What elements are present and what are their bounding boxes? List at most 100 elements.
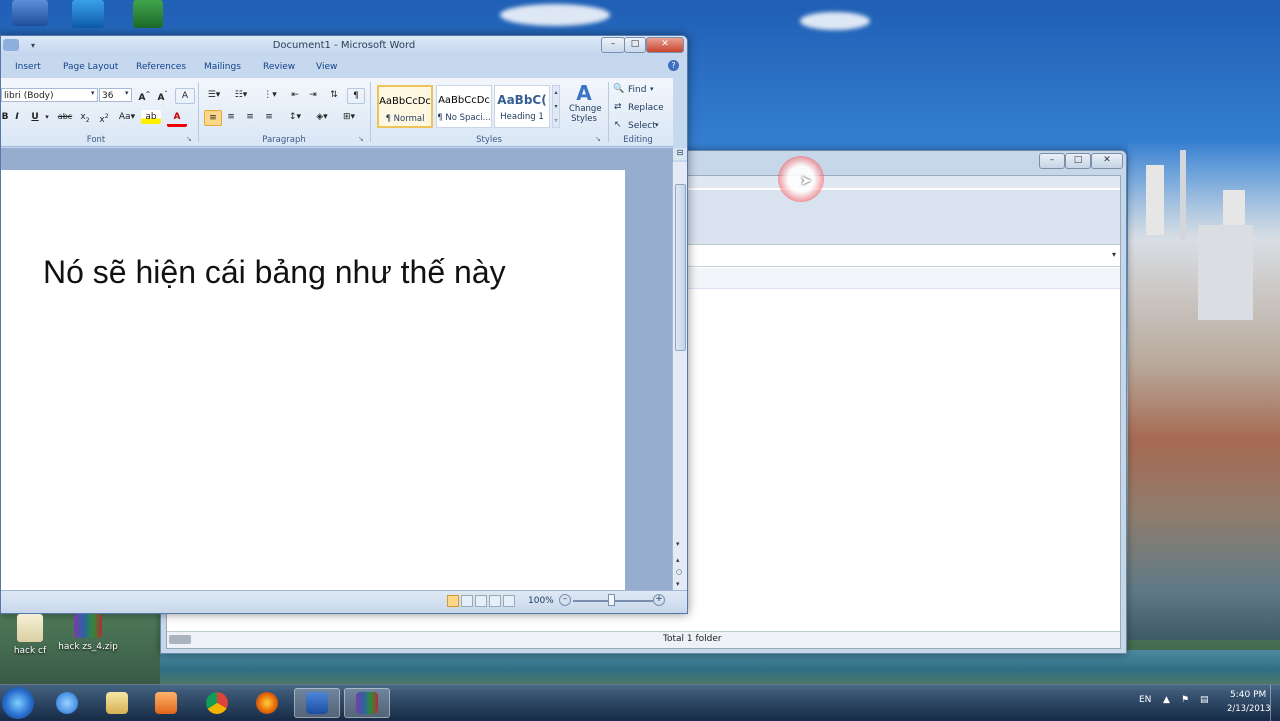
taskbar: EN ▲ ⚑ ▤ 5:40 PM 2/13/2013 — [0, 684, 1280, 721]
tab-review[interactable]: Review — [263, 62, 295, 72]
zoom-level[interactable]: 100% — [528, 596, 554, 606]
style-normal[interactable]: AaBbCcDc ¶ Normal — [377, 85, 433, 128]
taskbar-file-explorer[interactable] — [94, 688, 140, 718]
desktop-icon-hack-cf[interactable]: hack cf — [0, 614, 60, 656]
word-window[interactable]: ▾ Document1 - Microsoft Word – □ ✕ Inser… — [0, 35, 688, 614]
select-button[interactable]: Select — [628, 121, 656, 131]
change-styles-button[interactable]: A Change Styles — [569, 82, 602, 124]
strikethrough-icon[interactable]: abc — [56, 110, 74, 124]
font-name-dropdown-icon[interactable]: ▾ — [91, 89, 95, 97]
zoom-out-icon[interactable]: – — [559, 594, 571, 606]
show-formatting-icon[interactable]: ¶ — [347, 88, 365, 104]
desktop-icon-computer[interactable] — [0, 0, 60, 30]
maximize-button[interactable]: □ — [1065, 153, 1091, 169]
sort-icon[interactable]: ⇅ — [326, 88, 342, 102]
draft-view-icon[interactable] — [503, 595, 515, 607]
zoom-in-icon[interactable]: + — [653, 594, 665, 606]
close-button[interactable]: ✕ — [646, 37, 684, 53]
underline-dropdown-icon[interactable]: ▾ — [43, 110, 51, 124]
help-icon[interactable]: ? — [668, 60, 679, 71]
action-center-icon[interactable]: ⚑ — [1181, 695, 1189, 705]
title-bar[interactable]: ▾ Document1 - Microsoft Word – □ ✕ — [1, 36, 687, 56]
network-icon[interactable]: ▤ — [1200, 695, 1209, 705]
highlight-icon[interactable]: ab — [141, 110, 161, 124]
scroll-down-icon[interactable]: ▾ — [676, 540, 680, 548]
taskbar-internet-explorer[interactable] — [44, 688, 90, 718]
subscript-icon[interactable]: x2 — [77, 110, 93, 124]
shading-icon[interactable]: ◈▾ — [311, 110, 333, 124]
web-layout-view-icon[interactable] — [475, 595, 487, 607]
clock-time[interactable]: 5:40 PM — [1230, 690, 1266, 700]
line-spacing-icon[interactable]: ↕▾ — [284, 110, 306, 124]
styles-dialog-launcher-icon[interactable]: ↘ — [595, 135, 601, 143]
tab-references[interactable]: References — [136, 62, 186, 72]
outline-view-icon[interactable] — [489, 595, 501, 607]
clear-formatting-icon[interactable]: A — [175, 88, 195, 104]
print-layout-view-icon[interactable] — [447, 595, 459, 607]
minimize-button[interactable]: – — [1039, 153, 1065, 169]
prev-page-icon[interactable]: ▴ — [676, 556, 680, 564]
italic-icon[interactable]: I — [11, 110, 23, 124]
align-right-icon[interactable]: ≡ — [242, 110, 258, 124]
align-center-icon[interactable]: ≡ — [223, 110, 239, 124]
align-left-icon[interactable]: ≡ — [204, 110, 222, 126]
bold-icon[interactable]: B — [1, 110, 9, 124]
minimize-button[interactable]: – — [601, 37, 625, 53]
tab-page-layout[interactable]: Page Layout — [63, 62, 118, 72]
dropdown-arrow-icon[interactable]: ▾ — [1112, 250, 1116, 259]
style-preview: AaBbCcDc — [438, 95, 490, 106]
taskbar-word[interactable] — [294, 688, 340, 718]
shrink-font-icon[interactable]: Aˇ — [155, 88, 170, 103]
grow-font-icon[interactable]: A^ — [137, 88, 152, 103]
select-dropdown-icon[interactable]: ▾ — [655, 121, 659, 129]
increase-indent-icon[interactable]: ⇥ — [305, 88, 321, 102]
bullets-icon[interactable]: ☰▾ — [204, 88, 224, 102]
underline-icon[interactable]: U — [28, 110, 42, 124]
find-button[interactable]: Find — [628, 85, 646, 95]
tab-insert[interactable]: Insert — [15, 62, 41, 72]
font-dialog-launcher-icon[interactable]: ↘ — [186, 135, 192, 143]
zoom-slider-thumb[interactable] — [608, 594, 615, 606]
taskbar-firefox[interactable] — [244, 688, 290, 718]
restore-button[interactable]: □ — [624, 37, 646, 53]
desktop-icon-app[interactable] — [58, 0, 118, 32]
tab-mailings[interactable]: Mailings — [204, 62, 241, 72]
close-button[interactable]: ✕ — [1091, 153, 1123, 169]
show-hidden-icons-icon[interactable]: ▲ — [1163, 695, 1170, 705]
taskbar-media-player[interactable] — [143, 688, 189, 718]
styles-scroll-arrows[interactable]: ▴ ▾ ▿ — [552, 85, 560, 128]
desktop-icon-hack-zs[interactable]: hack zs_4.zip — [58, 614, 118, 652]
browse-object-icon[interactable]: ○ — [676, 568, 682, 576]
full-screen-view-icon[interactable] — [461, 595, 473, 607]
font-name-box[interactable]: libri (Body) — [1, 88, 98, 102]
style-no-spacing[interactable]: AaBbCcDc ¶ No Spaci... — [436, 85, 492, 128]
change-case-icon[interactable]: Aa▾ — [115, 110, 139, 124]
taskbar-winrar[interactable] — [344, 688, 390, 718]
style-heading-1[interactable]: AaBbC( Heading 1 — [494, 85, 550, 128]
desktop-icon-excel[interactable] — [118, 0, 178, 32]
font-color-icon[interactable]: A — [167, 110, 187, 127]
numbering-icon[interactable]: ☷▾ — [231, 88, 251, 102]
start-orb-icon[interactable] — [2, 687, 34, 719]
tab-view[interactable]: View — [316, 62, 337, 72]
paragraph-dialog-launcher-icon[interactable]: ↘ — [358, 135, 364, 143]
find-dropdown-icon[interactable]: ▾ — [650, 85, 654, 93]
ruler-toggle-icon[interactable]: ⊟ — [673, 148, 687, 160]
superscript-icon[interactable]: x2 — [96, 110, 112, 125]
scrollbar-thumb[interactable] — [675, 184, 686, 351]
borders-icon[interactable]: ⊞▾ — [338, 110, 360, 124]
next-page-icon[interactable]: ▾ — [676, 580, 680, 588]
taskbar-chrome[interactable] — [194, 688, 240, 718]
document-text[interactable]: Nó sẽ hiện cái bảng như thế này — [43, 254, 506, 291]
document-page[interactable]: Nó sẽ hiện cái bảng như thế này — [1, 170, 625, 590]
justify-icon[interactable]: ≡ — [261, 110, 277, 124]
vertical-scrollbar[interactable]: ▾ ▴ ○ ▾ — [672, 162, 687, 590]
font-size-dropdown-icon[interactable]: ▾ — [125, 89, 129, 97]
multilevel-list-icon[interactable]: ⋮▾ — [260, 88, 280, 102]
clock-date[interactable]: 2/13/2013 — [1227, 704, 1271, 714]
language-indicator[interactable]: EN — [1139, 695, 1151, 705]
desktop-icon-label: hack zs_4.zip — [58, 642, 118, 652]
replace-button[interactable]: Replace — [628, 103, 664, 113]
decrease-indent-icon[interactable]: ⇤ — [287, 88, 303, 102]
show-desktop-button[interactable] — [1270, 685, 1280, 721]
